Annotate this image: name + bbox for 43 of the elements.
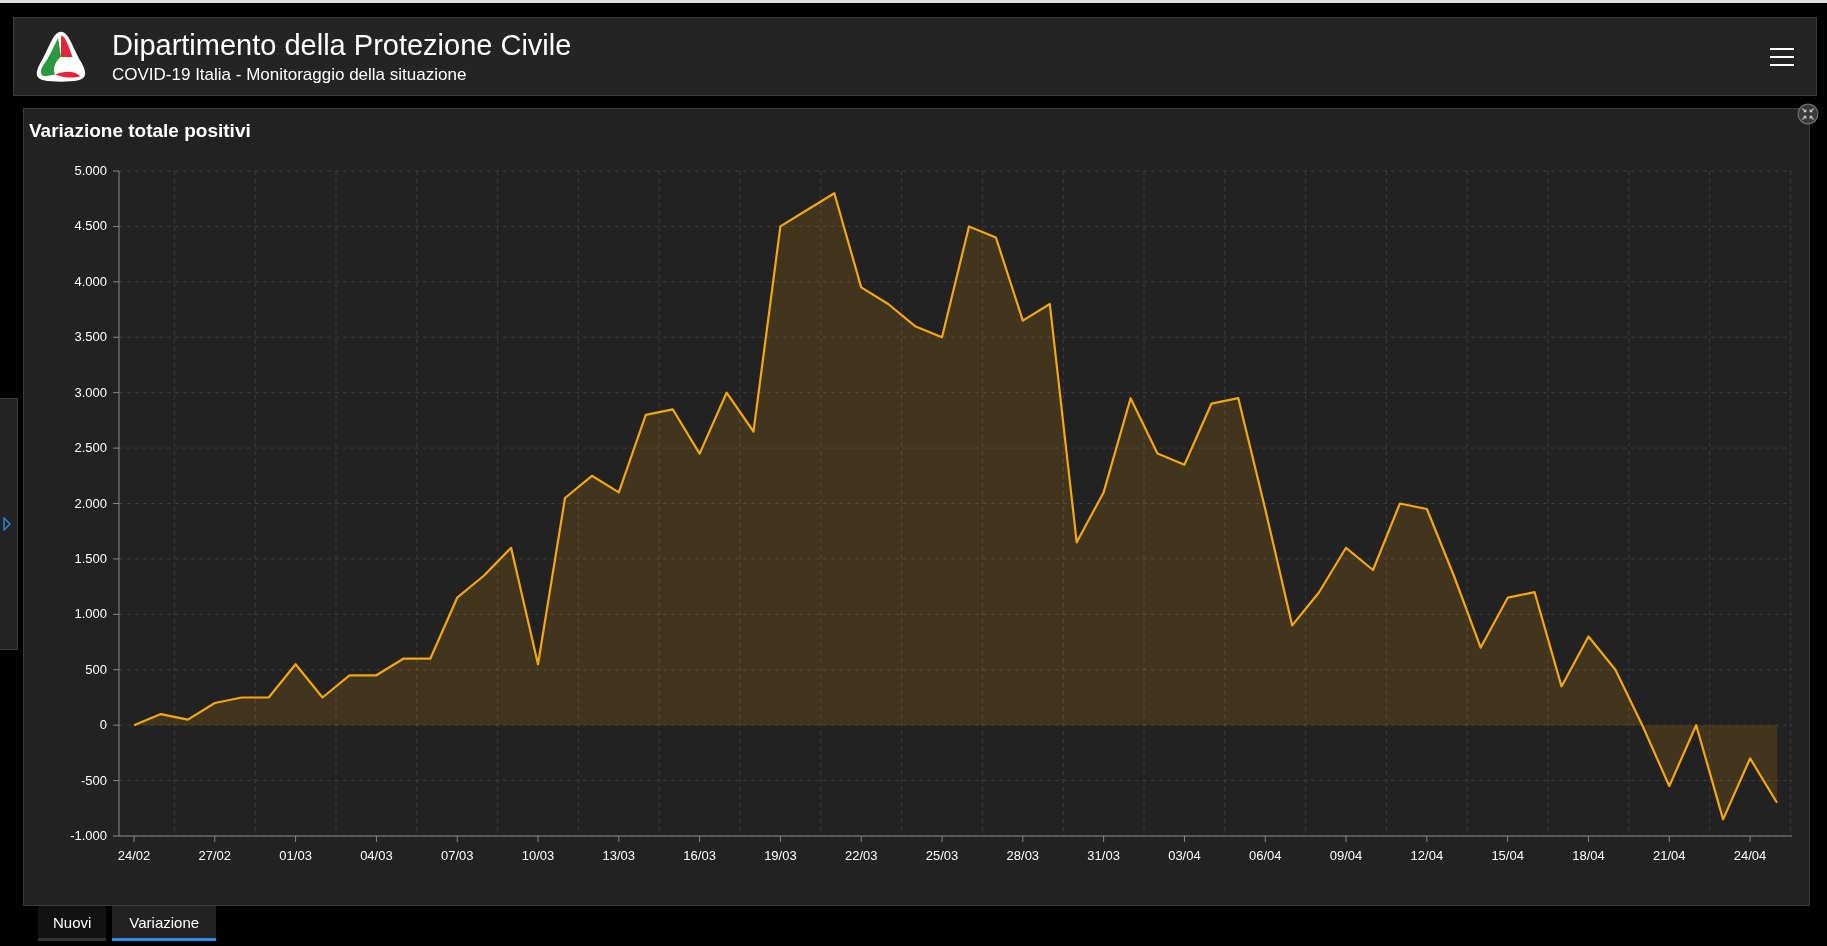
x-axis-label: 25/03 bbox=[925, 848, 959, 863]
chart-title: Variazione totale positivi bbox=[28, 119, 251, 143]
x-axis-label: 10/03 bbox=[521, 848, 555, 863]
tab[interactable]: Nuovi bbox=[38, 906, 107, 941]
y-axis-label: 0 bbox=[99, 717, 107, 733]
side-panel-toggle[interactable] bbox=[0, 398, 18, 650]
y-axis-label: 2.500 bbox=[74, 440, 107, 456]
app-title: Dipartimento della Protezione Civile bbox=[112, 27, 573, 63]
x-axis-label: 28/03 bbox=[1006, 848, 1040, 863]
app-subtitle: COVID-19 Italia - Monitoraggio della situazione bbox=[112, 63, 468, 86]
x-axis-label: 12/04 bbox=[1410, 848, 1444, 863]
y-axis-label: -500 bbox=[80, 772, 107, 788]
y-axis-label: 3.000 bbox=[74, 384, 107, 400]
y-axis-label: 1.500 bbox=[74, 550, 107, 566]
y-axis-label: 4.500 bbox=[74, 218, 107, 234]
x-axis-label: 21/04 bbox=[1653, 848, 1686, 863]
x-axis-label: 06/04 bbox=[1248, 848, 1282, 863]
x-axis-label: 22/03 bbox=[844, 848, 878, 863]
x-axis-label: 24/02 bbox=[117, 848, 151, 863]
x-axis-label: 31/03 bbox=[1087, 848, 1120, 863]
x-axis-label: 24/04 bbox=[1733, 848, 1767, 863]
collapse-icon[interactable] bbox=[1797, 103, 1819, 125]
y-axis-label: 5.000 bbox=[74, 163, 107, 178]
x-axis-label: 15/04 bbox=[1491, 848, 1524, 863]
y-axis-label: -1.000 bbox=[70, 828, 107, 843]
x-axis-label: 16/03 bbox=[683, 848, 716, 863]
menu-icon[interactable] bbox=[1770, 46, 1794, 67]
x-axis-label: 19/03 bbox=[764, 848, 797, 863]
x-axis-label: 18/04 bbox=[1572, 848, 1605, 863]
tab[interactable]: Variazione bbox=[112, 906, 217, 941]
x-axis-label: 09/04 bbox=[1329, 848, 1363, 863]
x-axis-label: 04/03 bbox=[360, 848, 393, 863]
x-axis-label: 13/03 bbox=[602, 848, 636, 863]
y-axis-label: 500 bbox=[85, 661, 107, 677]
y-axis-label: 2.000 bbox=[74, 495, 107, 511]
y-axis-label: 4.000 bbox=[74, 273, 107, 289]
y-axis-label: 3.500 bbox=[74, 329, 107, 345]
x-axis-label: 27/02 bbox=[198, 848, 232, 863]
x-axis-label: 03/04 bbox=[1168, 848, 1201, 863]
expand-icon[interactable] bbox=[3, 517, 11, 531]
x-axis-label: 07/03 bbox=[440, 848, 474, 863]
x-axis-label: 01/03 bbox=[279, 848, 312, 863]
y-axis-label: 1.000 bbox=[74, 606, 107, 622]
